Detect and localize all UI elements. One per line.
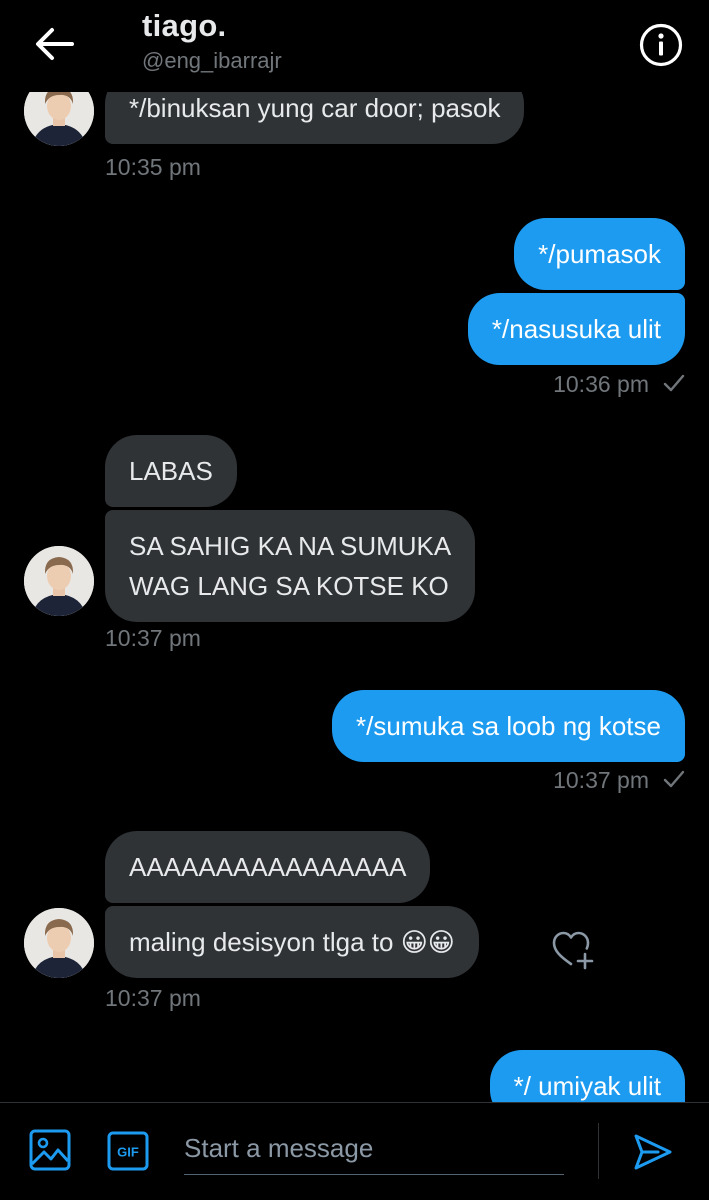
conversation-handle[interactable]: @eng_ibarrajr bbox=[142, 48, 282, 74]
add-gif-button[interactable]: GIF bbox=[107, 1131, 149, 1176]
avatar[interactable] bbox=[24, 92, 94, 146]
message-timestamp: 10:37 pm bbox=[105, 985, 201, 1011]
message-input[interactable] bbox=[184, 1123, 564, 1175]
send-button[interactable] bbox=[632, 1131, 674, 1178]
heart-plus-icon bbox=[552, 931, 594, 970]
timestamp-text: 10:36 pm bbox=[553, 371, 649, 397]
message-list[interactable]: */binuksan yung car door; pasok 10:35 pm… bbox=[0, 92, 709, 1102]
timestamp-text: 10:37 pm bbox=[553, 767, 649, 793]
back-button[interactable] bbox=[32, 24, 78, 64]
sent-message[interactable]: */nasusuka ulit bbox=[467, 293, 685, 365]
conversation-header: tiago. @eng_ibarrajr bbox=[0, 0, 709, 92]
avatar[interactable] bbox=[24, 546, 94, 616]
read-check-icon bbox=[663, 768, 685, 795]
avatar[interactable] bbox=[24, 908, 94, 978]
message-timestamp: 10:35 pm bbox=[105, 154, 201, 180]
gif-label: GIF bbox=[117, 1145, 139, 1160]
info-icon bbox=[639, 23, 683, 67]
message-timestamp: 10:36 pm bbox=[553, 371, 685, 399]
back-arrow-icon bbox=[36, 28, 74, 60]
received-message[interactable]: */binuksan yung car door; pasok bbox=[105, 92, 525, 144]
message-composer: GIF bbox=[0, 1102, 709, 1200]
avatar-photo-icon bbox=[24, 92, 94, 146]
gif-icon: GIF bbox=[107, 1131, 149, 1171]
received-message[interactable]: LABAS bbox=[105, 435, 237, 507]
message-timestamp: 10:37 pm bbox=[105, 625, 201, 651]
sent-message[interactable]: */ umiyak ulit bbox=[489, 1050, 685, 1102]
message-line: WAG LANG SA KOTSE KO bbox=[129, 571, 449, 601]
composer-divider bbox=[598, 1123, 599, 1179]
received-message[interactable]: AAAAAAAAAAAAAAAA bbox=[105, 831, 431, 903]
send-icon bbox=[634, 1134, 672, 1170]
message-line: SA SAHIG KA NA SUMUKA bbox=[129, 531, 452, 561]
read-check-icon bbox=[663, 372, 685, 399]
image-icon bbox=[29, 1129, 71, 1171]
add-reaction-button[interactable] bbox=[551, 930, 595, 972]
info-button[interactable] bbox=[638, 22, 684, 68]
add-photo-button[interactable] bbox=[29, 1129, 71, 1176]
received-message[interactable]: SA SAHIG KA NA SUMUKA WAG LANG SA KOTSE … bbox=[105, 510, 476, 622]
conversation-title[interactable]: tiago. bbox=[142, 8, 226, 44]
sent-message[interactable]: */pumasok bbox=[514, 218, 685, 290]
avatar-photo-icon bbox=[24, 546, 94, 616]
sent-message[interactable]: */sumuka sa loob ng kotse bbox=[332, 690, 685, 762]
avatar-photo-icon bbox=[24, 908, 94, 978]
message-timestamp: 10:37 pm bbox=[553, 767, 685, 795]
received-message[interactable]: maling desisyon tlga to 😀😀 bbox=[105, 906, 479, 978]
